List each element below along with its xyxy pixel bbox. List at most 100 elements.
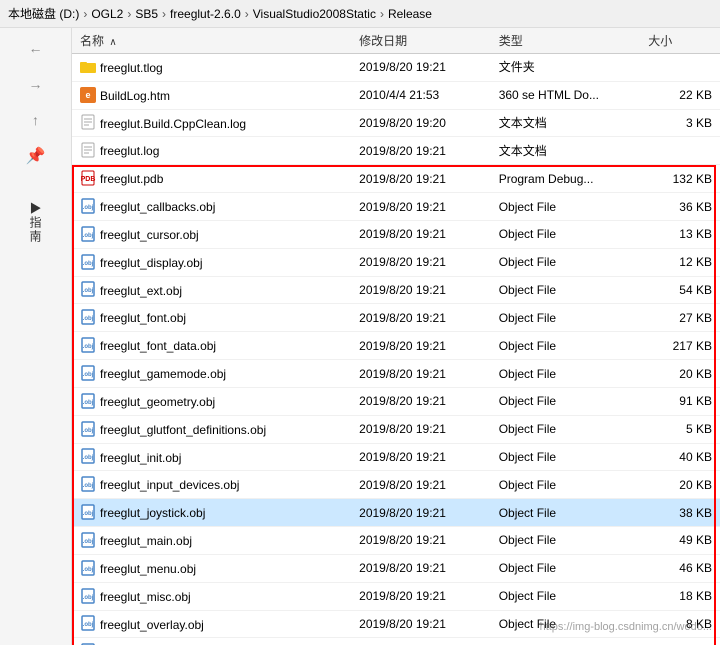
svg-text:.obj: .obj (83, 622, 94, 628)
file-name-cell: .obj freeglut_overlay.obj (72, 610, 351, 638)
file-type-cell: Object File (491, 638, 641, 645)
file-name-label: freeglut.tlog (100, 61, 163, 75)
table-row[interactable]: freeglut.log 2019/8/20 19:21文本文档 (72, 137, 720, 165)
file-size-cell: 3 KB (640, 109, 720, 137)
file-type-cell: Object File (491, 582, 641, 610)
table-row[interactable]: eBuildLog.htm2010/4/4 21:53360 se HTML D… (72, 81, 720, 109)
file-name-cell: freeglut.log (72, 137, 351, 165)
file-date-cell: 2019/8/20 19:21 (351, 248, 491, 276)
breadcrumb-sep: › (380, 7, 384, 21)
file-type-cell: Object File (491, 248, 641, 276)
table-row[interactable]: .obj freeglut_font_data.obj2019/8/20 19:… (72, 332, 720, 360)
col-header-name[interactable]: 名称 ∧ (72, 28, 351, 54)
svg-text:.obj: .obj (83, 428, 94, 434)
col-header-size[interactable]: 大小 (640, 28, 720, 54)
table-row[interactable]: .obj freeglut_joystick.obj2019/8/20 19:2… (72, 499, 720, 527)
breadcrumb-item-vs[interactable]: VisualStudio2008Static (253, 7, 376, 21)
breadcrumb-item-disk[interactable]: 本地磁盘 (D:) (8, 5, 79, 22)
file-name-cell: .obj freeglut_joystick.obj (72, 499, 351, 527)
file-type-cell: 文本文档 (491, 137, 641, 165)
breadcrumb-sep: › (127, 7, 131, 21)
file-type-cell: Object File (491, 554, 641, 582)
file-list-container: 名称 ∧ 修改日期 类型 大小 freeglut.tlog2019/8/20 1… (72, 28, 720, 645)
table-row[interactable]: .obj freeglut_gamemode.obj2019/8/20 19:2… (72, 360, 720, 388)
file-type-cell: Object File (491, 304, 641, 332)
file-size-cell: 132 KB (640, 165, 720, 193)
table-row[interactable]: .obj freeglut_input_devices.obj2019/8/20… (72, 471, 720, 499)
file-type-cell: Object File (491, 193, 641, 221)
table-row[interactable]: .obj freeglut_init.obj2019/8/20 19:21Obj… (72, 443, 720, 471)
log-icon (80, 142, 96, 158)
file-name-label: freeglut_callbacks.obj (100, 200, 215, 214)
file-size-cell: 27 KB (640, 304, 720, 332)
obj-icon: .obj (80, 532, 96, 548)
file-name-cell: .obj freeglut_geometry.obj (72, 387, 351, 415)
table-row[interactable]: .obj freeglut_overlay.obj2019/8/20 19:21… (72, 610, 720, 638)
pdb-icon: PDB (80, 170, 96, 186)
breadcrumb-item-sb5[interactable]: SB5 (135, 7, 158, 21)
file-name-label: freeglut_glutfont_definitions.obj (100, 423, 266, 437)
file-date-cell: 2010/4/4 21:53 (351, 81, 491, 109)
breadcrumb-item-release[interactable]: Release (388, 7, 432, 21)
file-size-cell: 20 KB (640, 360, 720, 388)
table-row[interactable]: .obj freeglut_ext.obj2019/8/20 19:21Obje… (72, 276, 720, 304)
obj-icon: .obj (80, 226, 96, 242)
col-header-date[interactable]: 修改日期 (351, 28, 491, 54)
file-size-cell: 5 KB (640, 415, 720, 443)
obj-icon: .obj (80, 198, 96, 214)
breadcrumb: 本地磁盘 (D:) › OGL2 › SB5 › freeglut-2.6.0 … (0, 0, 720, 28)
nav-back-icon[interactable]: ← (26, 38, 46, 58)
table-row[interactable]: .obj freeglut_glutfont_definitions.obj20… (72, 415, 720, 443)
table-row[interactable]: .obj freeglut_spaceball.obj2019/8/20 19:… (72, 638, 720, 645)
file-size-cell: 54 KB (640, 276, 720, 304)
table-row[interactable]: .obj freeglut_main.obj2019/8/20 19:21Obj… (72, 527, 720, 555)
obj-icon: .obj (80, 588, 96, 604)
file-name-label: freeglut_cursor.obj (100, 228, 199, 242)
svg-text:.obj: .obj (83, 567, 94, 573)
table-row[interactable]: freeglut.Build.CppClean.log2019/8/20 19:… (72, 109, 720, 137)
obj-icon: .obj (80, 504, 96, 520)
table-row[interactable]: .obj freeglut_callbacks.obj2019/8/20 19:… (72, 193, 720, 221)
table-row[interactable]: freeglut.tlog2019/8/20 19:21文件夹 (72, 54, 720, 82)
file-name-label: freeglut_input_devices.obj (100, 478, 239, 492)
file-name-label: freeglut_ext.obj (100, 283, 182, 297)
svg-text:.obj: .obj (83, 539, 94, 545)
file-name-label: freeglut_menu.obj (100, 562, 196, 576)
nav-up-icon[interactable]: ↑ (26, 110, 46, 130)
file-date-cell: 2019/8/20 19:21 (351, 610, 491, 638)
file-date-cell: 2019/8/20 19:21 (351, 332, 491, 360)
htm-icon: e (80, 87, 96, 103)
file-date-cell: 2019/8/20 19:21 (351, 638, 491, 645)
file-name-cell: freeglut.Build.CppClean.log (72, 109, 351, 137)
folder-icon (80, 59, 96, 75)
file-size-cell: 20 KB (640, 471, 720, 499)
file-name-label: freeglut.log (100, 144, 159, 158)
table-row[interactable]: .obj freeglut_geometry.obj2019/8/20 19:2… (72, 387, 720, 415)
file-name-label: freeglut.pdb (100, 172, 163, 186)
breadcrumb-item-freeglut[interactable]: freeglut-2.6.0 (170, 7, 241, 21)
svg-text:PDB: PDB (81, 176, 96, 183)
file-size-cell: 91 KB (640, 387, 720, 415)
table-row[interactable]: .obj freeglut_misc.obj2019/8/20 19:21Obj… (72, 582, 720, 610)
file-date-cell: 2019/8/20 19:21 (351, 527, 491, 555)
file-date-cell: 2019/8/20 19:21 (351, 443, 491, 471)
file-name-label: freeglut_geometry.obj (100, 395, 215, 409)
obj-icon: .obj (80, 281, 96, 297)
breadcrumb-item-ogl2[interactable]: OGL2 (91, 7, 123, 21)
file-date-cell: 2019/8/20 19:21 (351, 304, 491, 332)
table-row[interactable]: .obj freeglut_display.obj2019/8/20 19:21… (72, 248, 720, 276)
file-size-cell: 36 KB (640, 193, 720, 221)
file-date-cell: 2019/8/20 19:21 (351, 137, 491, 165)
svg-text:.obj: .obj (83, 261, 94, 267)
table-row[interactable]: .obj freeglut_font.obj2019/8/20 19:21Obj… (72, 304, 720, 332)
table-row[interactable]: PDB freeglut.pdb2019/8/20 19:21Program D… (72, 165, 720, 193)
table-row[interactable]: .obj freeglut_cursor.obj2019/8/20 19:21O… (72, 220, 720, 248)
table-row[interactable]: .obj freeglut_menu.obj2019/8/20 19:21Obj… (72, 554, 720, 582)
file-size-cell: 8 KB (640, 610, 720, 638)
nav-pin-icon[interactable]: 📌 (26, 146, 46, 166)
file-date-cell: 2019/8/20 19:20 (351, 109, 491, 137)
file-name-cell: .obj freeglut_display.obj (72, 248, 351, 276)
col-header-type[interactable]: 类型 (491, 28, 641, 54)
nav-forward-icon[interactable]: → (26, 74, 46, 94)
file-name-cell: .obj freeglut_glutfont_definitions.obj (72, 415, 351, 443)
